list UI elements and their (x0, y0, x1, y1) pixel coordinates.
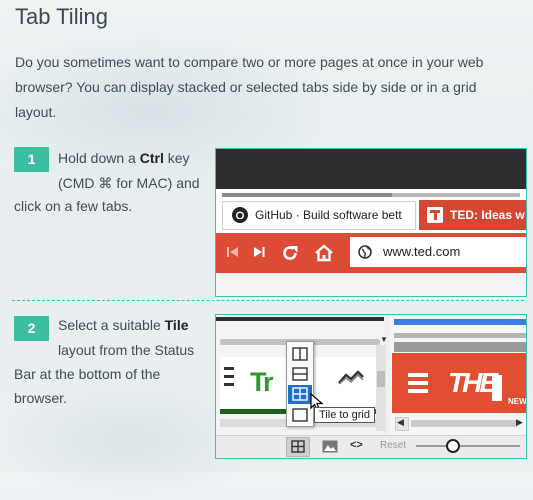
ted-tab: TED: Ideas w (419, 200, 526, 230)
section-divider (12, 300, 524, 301)
github-icon (232, 207, 248, 223)
tile-horizontal-icon (292, 367, 308, 381)
step-2-line-4: browser. (14, 390, 67, 406)
untile-option[interactable] (289, 406, 311, 424)
rewind-icon (227, 247, 238, 257)
tile-vertical-icon (292, 347, 308, 361)
green-logo-fragment: Tr (250, 367, 273, 397)
step-1-number: 1 (14, 147, 49, 172)
ted-tab-title: TED: Ideas w (450, 208, 525, 222)
step-2-number: 2 (14, 316, 49, 341)
step-1-line-3: click on a few tabs. (14, 198, 133, 214)
address-bar: www.ted.com (350, 237, 526, 267)
right-hscrollbar[interactable] (411, 420, 517, 427)
status-bar-screenshot: Tr ▼ THE NEW ◀ ▶ <> Reset Tile to grid (215, 314, 527, 459)
image-icon[interactable] (322, 440, 338, 453)
home-icon (315, 244, 333, 262)
tabs-screenshot: GitHub · Build software bett TED: Ideas … (215, 148, 527, 297)
tile-grid-option-icon (292, 387, 308, 401)
zoom-slider[interactable] (416, 445, 520, 447)
scroll-left-arrow-icon[interactable]: ◀ (397, 417, 404, 428)
new-text: NEW (508, 397, 527, 406)
screenshot-dark-bar (216, 149, 526, 189)
tile-grid-option[interactable] (288, 385, 312, 404)
step-1-line-2: (CMD ⌘ for MAC) and (58, 175, 200, 191)
untile-icon (292, 408, 308, 422)
step-1-line-1: Hold down a Ctrl key (58, 150, 190, 166)
reload-icon (283, 246, 298, 260)
fast-forward-icon (254, 247, 265, 257)
code-icon[interactable]: <> (350, 439, 363, 451)
page-title: Tab Tiling (15, 4, 108, 29)
reset-zoom-button[interactable]: Reset (380, 440, 406, 451)
scroll-down-arrow-icon[interactable]: ▼ (380, 335, 388, 344)
zoom-slider-handle[interactable] (446, 439, 460, 453)
tab-stack-strip-selected (222, 193, 392, 197)
tile-vertical-option[interactable] (289, 345, 311, 363)
scroll-right-arrow-icon[interactable]: ▶ (516, 417, 523, 428)
step-2-line-3: Bar at the bottom of the (14, 366, 161, 382)
tile-menu (286, 341, 314, 427)
tile-grid-icon (291, 440, 305, 453)
step-2-line-1: Select a suitable Tile (58, 317, 189, 333)
the-text: THE (448, 367, 498, 398)
globe-icon (358, 245, 372, 259)
status-bar (216, 435, 526, 458)
ted-favicon-icon (427, 207, 443, 223)
trend-chart-icon (338, 370, 364, 385)
tile-button[interactable] (286, 437, 310, 457)
address-text: www.ted.com (383, 244, 461, 259)
step-2-line-2: layout from the Status (58, 342, 195, 358)
tile-horizontal-option[interactable] (289, 365, 311, 383)
tile-tooltip: Tile to grid (314, 407, 375, 423)
intro-paragraph: Do you sometimes want to compare two or … (15, 54, 484, 120)
left-scrollbar[interactable] (376, 345, 386, 431)
github-tab: GitHub · Build software bett (222, 201, 416, 230)
github-tab-title: GitHub · Build software bett (255, 208, 402, 222)
